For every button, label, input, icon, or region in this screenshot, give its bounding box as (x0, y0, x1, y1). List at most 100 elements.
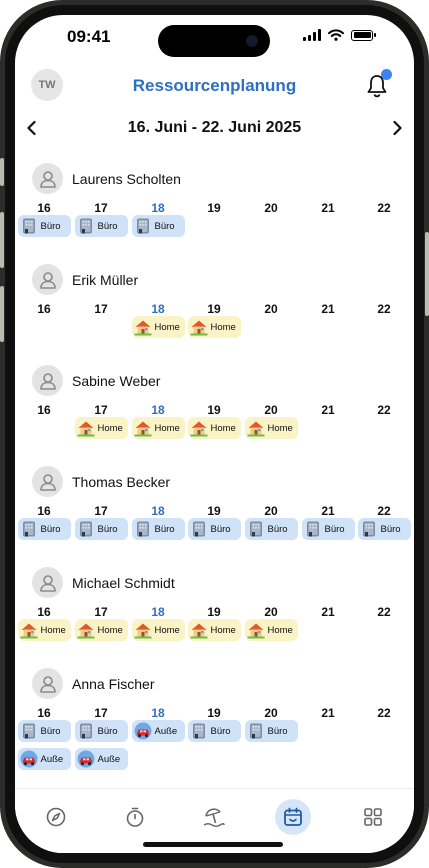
power-button (425, 232, 429, 316)
office-building-icon (134, 520, 152, 538)
car-icon (77, 750, 95, 768)
person-header[interactable]: Michael Schmidt (32, 567, 175, 598)
day-number: 17 (94, 302, 108, 316)
day-number: 16 (37, 605, 51, 619)
day-number: 19 (207, 706, 221, 720)
tab-beach[interactable] (196, 799, 232, 835)
away-chip[interactable]: Auße (17, 748, 71, 770)
office-chip[interactable]: Büro (17, 518, 71, 540)
wifi-icon (328, 29, 344, 41)
chip-label: Büro (154, 220, 175, 232)
day-number: 18 (151, 403, 165, 417)
home-chip[interactable]: Home (131, 619, 185, 641)
office-chip[interactable]: Büro (244, 518, 298, 540)
office-building-icon (134, 217, 152, 235)
tab-calendar[interactable] (275, 799, 311, 835)
day-number: 16 (37, 706, 51, 720)
person-header[interactable]: Thomas Becker (32, 466, 170, 497)
person-header[interactable]: Sabine Weber (32, 365, 160, 396)
car-icon (20, 750, 38, 768)
chip-label: Auße (97, 753, 121, 765)
person-row: Laurens Scholten 16 17 18 19 20 21 22 Büro Büro Bü… (15, 163, 414, 259)
person-row: Thomas Becker 16 17 18 19 20 21 22 Büro Büro Büro B… (15, 466, 414, 562)
day-number: 22 (377, 302, 391, 316)
day-number: 21 (321, 201, 335, 215)
office-chip[interactable]: Büro (17, 215, 71, 237)
camera-icon (246, 35, 258, 47)
day-number: 16 (37, 403, 51, 417)
day-number: 22 (377, 504, 391, 518)
home-chip[interactable]: Home (131, 417, 185, 439)
person-header[interactable]: Laurens Scholten (32, 163, 181, 194)
person-name: Michael Schmidt (72, 574, 175, 591)
away-chip[interactable]: Auße (74, 748, 128, 770)
tab-grid[interactable] (355, 799, 391, 835)
home-chip[interactable]: Home (244, 619, 298, 641)
person-header[interactable]: Erik Müller (32, 264, 138, 295)
house-icon (190, 318, 208, 336)
office-chip[interactable]: Büro (131, 215, 185, 237)
status-time: 09:41 (67, 27, 111, 46)
house-icon (247, 621, 265, 639)
day-number: 16 (37, 302, 51, 316)
person-avatar-icon (32, 466, 63, 497)
day-number: 20 (264, 605, 278, 619)
office-chip[interactable]: Büro (187, 720, 241, 742)
chip-label: Büro (40, 523, 61, 535)
chip-label: Home (154, 624, 180, 636)
office-chip[interactable]: Büro (74, 720, 128, 742)
house-icon (134, 318, 152, 336)
day-number: 21 (321, 605, 335, 619)
calendar-icon (282, 806, 304, 828)
chip-label: Home (40, 624, 66, 636)
chevron-right-icon[interactable] (388, 119, 406, 137)
home-chip[interactable]: Home (187, 316, 241, 338)
house-icon (134, 419, 152, 437)
cellular-signal-icon (303, 29, 321, 41)
office-chip[interactable]: Büro (244, 720, 298, 742)
chip-label: Büro (210, 725, 231, 737)
chip-label: Auße (40, 753, 64, 765)
day-number: 22 (377, 605, 391, 619)
person-header[interactable]: Anna Fischer (32, 668, 154, 699)
office-chip[interactable]: Büro (17, 720, 71, 742)
home-chip[interactable]: Home (131, 316, 185, 338)
home-chip[interactable]: Home (74, 417, 128, 439)
day-number: 17 (94, 201, 108, 215)
day-number: 19 (207, 605, 221, 619)
office-building-icon (20, 722, 38, 740)
action-button (0, 158, 4, 186)
office-chip[interactable]: Büro (301, 518, 355, 540)
person-row: Michael Schmidt 16 17 18 19 20 21 22 Home Home Hom… (15, 567, 414, 663)
home-chip[interactable]: Home (187, 417, 241, 439)
day-number: 20 (264, 706, 278, 720)
house-icon (190, 419, 208, 437)
home-chip[interactable]: Home (244, 417, 298, 439)
office-chip[interactable]: Büro (74, 215, 128, 237)
office-chip[interactable]: Büro (74, 518, 128, 540)
tab-stopwatch[interactable] (117, 799, 153, 835)
away-chip[interactable]: Auße (131, 720, 185, 742)
home-chip[interactable]: Home (17, 619, 71, 641)
office-building-icon (77, 520, 95, 538)
stopwatch-icon (124, 806, 146, 828)
day-number: 21 (321, 403, 335, 417)
office-building-icon (77, 722, 95, 740)
office-chip[interactable]: Büro (187, 518, 241, 540)
home-chip[interactable]: Home (187, 619, 241, 641)
car-icon (134, 722, 152, 740)
house-icon (77, 621, 95, 639)
office-chip[interactable]: Büro (131, 518, 185, 540)
office-building-icon (190, 722, 208, 740)
office-chip[interactable]: Büro (357, 518, 411, 540)
office-building-icon (360, 520, 378, 538)
volume-down-button (0, 286, 4, 342)
day-number: 18 (151, 605, 165, 619)
home-indicator (143, 842, 283, 847)
office-building-icon (77, 217, 95, 235)
chip-label: Büro (97, 220, 118, 232)
home-chip[interactable]: Home (74, 619, 128, 641)
tab-compass[interactable] (38, 799, 74, 835)
battery-icon (351, 29, 373, 41)
day-number: 22 (377, 403, 391, 417)
